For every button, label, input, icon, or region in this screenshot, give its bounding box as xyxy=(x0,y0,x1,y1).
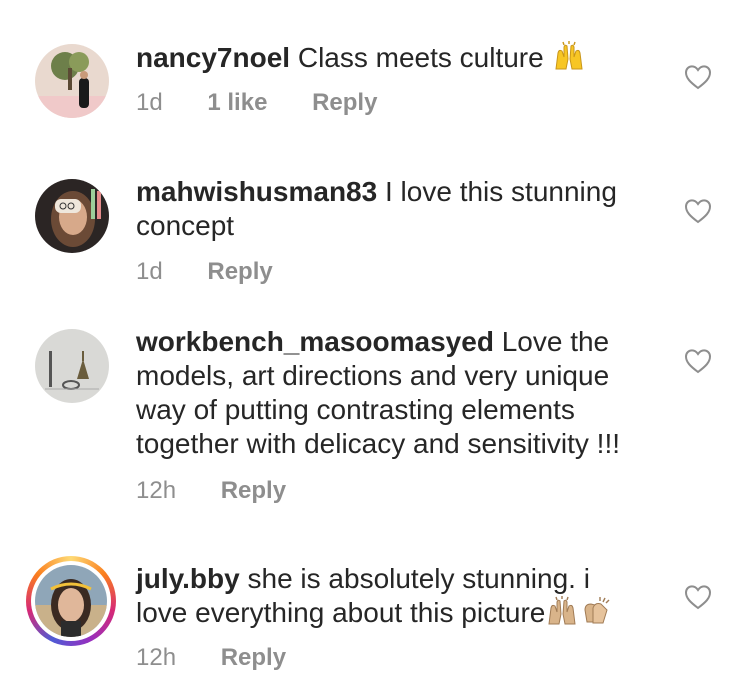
avatar-image xyxy=(35,179,109,253)
comment-body: Class meets culture xyxy=(297,42,544,73)
comment-time: 12h xyxy=(136,644,177,671)
avatar xyxy=(35,565,107,637)
comment-body: concept xyxy=(136,210,235,241)
heart-outline-icon[interactable] xyxy=(684,64,712,90)
raised-hands-emoji xyxy=(552,41,586,71)
comment-meta: 12h Reply xyxy=(136,644,324,672)
comment-username[interactable]: july.bby xyxy=(136,563,240,594)
avatar[interactable] xyxy=(35,329,109,403)
avatar-image xyxy=(35,329,109,403)
comment-body: Love the xyxy=(501,326,610,357)
comment-text: nancy7noel Class meets culture xyxy=(136,41,656,75)
comment-text: workbench_masoomasyed Love the models, a… xyxy=(136,325,656,461)
avatar-image xyxy=(35,565,107,637)
comment-body: models, art directions and very unique xyxy=(136,360,610,391)
comment-time: 1d xyxy=(136,89,163,116)
comment-time: 1d xyxy=(136,258,163,285)
comment-body: I love this stunning xyxy=(384,176,617,207)
reply-button[interactable]: Reply xyxy=(221,477,286,505)
comment-body: love everything about this picture xyxy=(136,597,546,628)
avatar-story-ring[interactable] xyxy=(26,556,116,646)
raised-hands-emoji xyxy=(545,596,579,626)
clapping-hands-emoji xyxy=(579,596,613,626)
comment-meta: 1d Reply xyxy=(136,258,311,286)
comment-body: she is absolutely stunning. i xyxy=(247,563,590,594)
comment-text: july.bby she is absolutely stunning. i l… xyxy=(136,562,656,630)
comment-username[interactable]: mahwishusman83 xyxy=(136,176,377,207)
avatar[interactable] xyxy=(35,44,109,118)
heart-outline-icon[interactable] xyxy=(684,198,712,224)
comment-text: mahwishusman83 I love this stunning conc… xyxy=(136,175,656,243)
avatar-image xyxy=(35,44,109,118)
heart-outline-icon[interactable] xyxy=(684,348,712,374)
heart-outline-icon[interactable] xyxy=(684,584,712,610)
comment-meta: 1d 1 like Reply xyxy=(136,89,415,117)
comment-time: 12h xyxy=(136,477,177,504)
reply-button[interactable]: Reply xyxy=(207,258,272,286)
reply-button[interactable]: Reply xyxy=(221,644,286,672)
comment-body: way of putting contrasting elements xyxy=(136,394,575,425)
avatar[interactable] xyxy=(35,179,109,253)
comment-likes[interactable]: 1 like xyxy=(207,89,267,117)
comment-username[interactable]: nancy7noel xyxy=(136,42,290,73)
comment-username[interactable]: workbench_masoomasyed xyxy=(136,326,494,357)
reply-button[interactable]: Reply xyxy=(312,89,377,117)
comment-meta: 12h Reply xyxy=(136,477,324,505)
comment-body: together with delicacy and sensitivity !… xyxy=(136,428,621,459)
